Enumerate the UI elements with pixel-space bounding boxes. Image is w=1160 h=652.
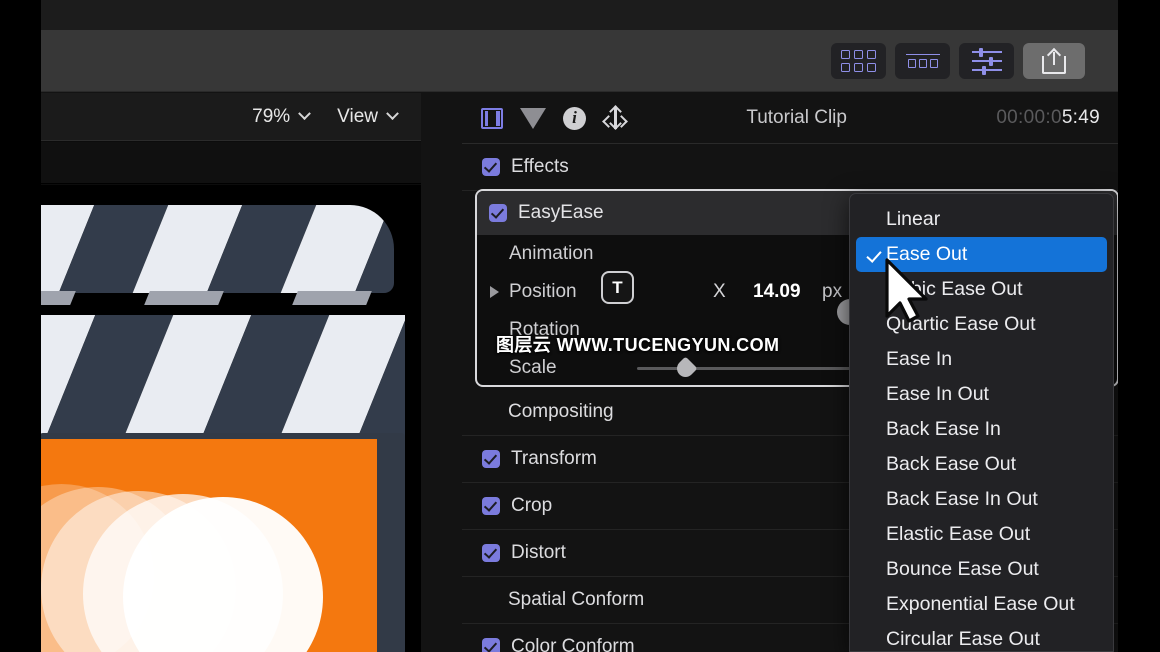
- letterbox-right: [1118, 0, 1160, 652]
- inspector-tab-icons: i: [462, 106, 627, 130]
- video-triangle-icon[interactable]: [520, 108, 546, 129]
- app-window: 79% View: [0, 0, 1160, 652]
- menu-item-exponential-ease-out[interactable]: Exponential Ease Out: [850, 587, 1113, 622]
- param-value[interactable]: 14.09: [753, 281, 801, 303]
- browser-grid-icon: [841, 50, 876, 72]
- inspector-header: i Tutorial Clip 00:00:05:49: [462, 93, 1118, 144]
- checkbox-distort[interactable]: [482, 544, 500, 562]
- letterbox-left: [0, 0, 41, 652]
- menu-item-label: Ease In Out: [886, 383, 989, 406]
- menu-item-label: Exponential Ease Out: [886, 593, 1075, 616]
- menu-item-elastic-ease-out[interactable]: Elastic Ease Out: [850, 517, 1113, 552]
- mouse-cursor: [884, 258, 930, 324]
- inspector-row-effects[interactable]: Effects: [462, 144, 1118, 191]
- param-axis-label: X: [713, 281, 726, 303]
- scale-slider[interactable]: [637, 367, 857, 370]
- disclosure-triangle-icon[interactable]: [490, 286, 499, 298]
- row-label: Compositing: [508, 401, 614, 423]
- clapperboard-stripes: [41, 315, 405, 441]
- menu-item-back-ease-out[interactable]: Back Ease Out: [850, 447, 1113, 482]
- zoom-level-value: 79%: [252, 106, 290, 128]
- checkbox-color-conform[interactable]: [482, 638, 500, 652]
- menu-item-label: Elastic Ease Out: [886, 523, 1030, 546]
- menu-item-label: Back Ease Out: [886, 453, 1016, 476]
- checkbox-easyease[interactable]: [489, 204, 507, 222]
- row-label: Crop: [511, 495, 552, 517]
- viewer-pane: 79% View: [41, 93, 421, 652]
- clapperboard-top-arm: [41, 205, 399, 310]
- param-label: Scale: [477, 357, 557, 379]
- timecode-display: 00:00:05:49: [996, 107, 1118, 129]
- viewer-header: 79% View: [41, 93, 421, 141]
- row-label: Distort: [511, 542, 566, 564]
- transform-arrows-icon[interactable]: [603, 106, 627, 130]
- checkmark-icon: [868, 248, 882, 262]
- timeline-button[interactable]: [895, 43, 950, 79]
- clapperboard-body: [41, 315, 411, 652]
- viewer-subbar: [41, 142, 421, 184]
- menu-item-linear[interactable]: Linear: [850, 202, 1113, 237]
- text-tool-badge-icon: T: [601, 271, 634, 304]
- row-label: Spatial Conform: [508, 589, 644, 611]
- clapperboard-frame: [41, 433, 405, 652]
- checkbox-crop[interactable]: [482, 497, 500, 515]
- browser-button[interactable]: [831, 43, 886, 79]
- inspector-button[interactable]: [959, 43, 1014, 79]
- zoom-level-dropdown[interactable]: 79%: [252, 106, 309, 128]
- scale-slider-handle[interactable]: [673, 356, 697, 380]
- timecode-bright: 5:49: [1062, 107, 1100, 128]
- menu-item-back-ease-in-out[interactable]: Back Ease In Out: [850, 482, 1113, 517]
- effect-group-name: EasyEase: [518, 202, 604, 224]
- chevron-down-icon: [298, 107, 311, 120]
- info-icon[interactable]: i: [563, 107, 586, 130]
- orange-card: [41, 439, 377, 652]
- main-toolbar: [41, 30, 1118, 92]
- view-menu-label: View: [337, 106, 378, 128]
- share-button[interactable]: [1023, 43, 1085, 79]
- film-strip-icon[interactable]: [481, 108, 503, 129]
- watermark-text: 图层云 WWW.TUCENGYUN.COM: [496, 331, 779, 357]
- checkbox-effects[interactable]: [482, 158, 500, 176]
- row-label: Transform: [511, 448, 597, 470]
- timeline-icon: [906, 54, 940, 69]
- share-icon: [1042, 48, 1066, 74]
- menu-item-label: Back Ease In: [886, 418, 1001, 441]
- param-unit: px: [822, 281, 842, 303]
- menu-item-ease-in[interactable]: Ease In: [850, 342, 1113, 377]
- menu-item-label: Linear: [886, 208, 940, 231]
- menu-item-label: Bounce Ease Out: [886, 558, 1039, 581]
- menu-item-label: Ease In: [886, 348, 952, 371]
- menu-item-ease-in-out[interactable]: Ease In Out: [850, 377, 1113, 412]
- menu-item-label: Back Ease In Out: [886, 488, 1038, 511]
- clip-title: Tutorial Clip: [597, 107, 996, 129]
- view-menu-dropdown[interactable]: View: [337, 106, 397, 128]
- param-label: Animation: [477, 243, 594, 265]
- row-label: Color Conform: [511, 636, 635, 652]
- menu-item-label: Circular Ease Out: [886, 628, 1040, 651]
- title-bar: [41, 0, 1118, 30]
- menu-item-back-ease-in[interactable]: Back Ease In: [850, 412, 1113, 447]
- timecode-dim: 00:00:0: [996, 107, 1062, 128]
- chevron-down-icon: [386, 107, 399, 120]
- inspector-sliders-icon: [972, 49, 1002, 73]
- menu-item-circular-ease-out[interactable]: Circular Ease Out: [850, 622, 1113, 652]
- menu-item-bounce-ease-out[interactable]: Bounce Ease Out: [850, 552, 1113, 587]
- video-canvas[interactable]: [41, 185, 421, 652]
- row-label: Effects: [511, 156, 569, 178]
- checkbox-transform[interactable]: [482, 450, 500, 468]
- toolbar-button-group: [831, 30, 1085, 92]
- application-window: 79% View: [41, 0, 1118, 652]
